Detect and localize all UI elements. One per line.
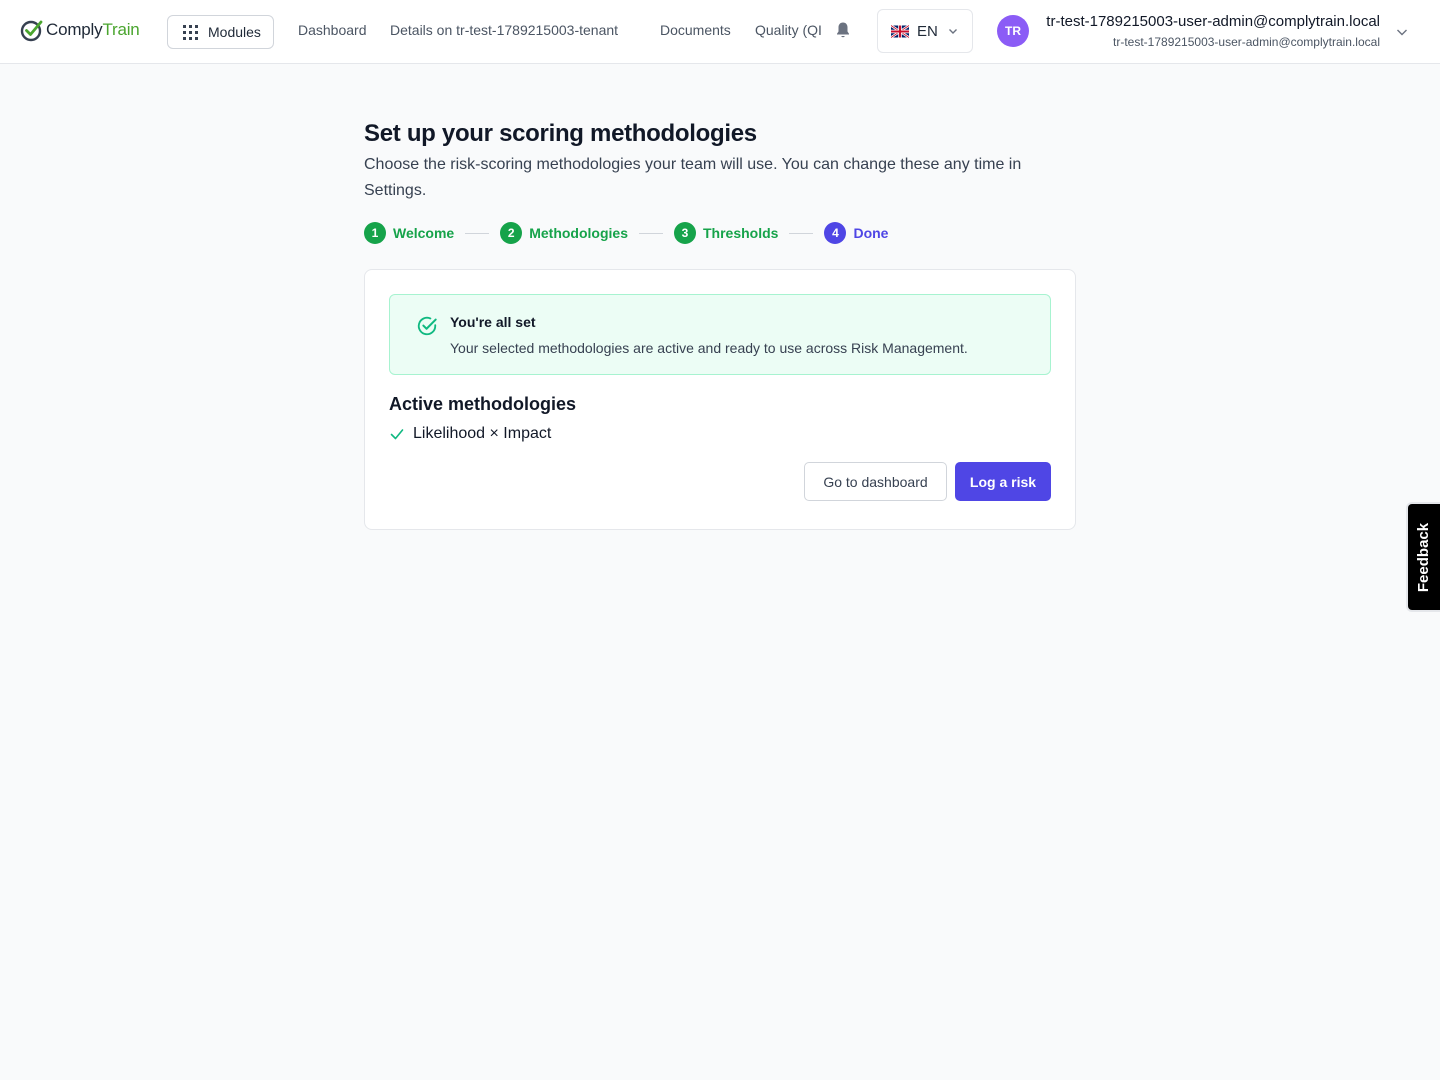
step-done[interactable]: 4 Done [824, 222, 888, 244]
top-navigation-bar: ComplyTrain Modules Dashboard Details on… [0, 0, 1440, 64]
success-alert: You're all set Your selected methodologi… [389, 294, 1051, 375]
onboarding-wizard: Set up your scoring methodologies Choose… [364, 120, 1076, 530]
step-thresholds[interactable]: 3 Thresholds [674, 222, 778, 244]
step-welcome[interactable]: 1 Welcome [364, 222, 454, 244]
complytrain-logo[interactable]: ComplyTrain [20, 18, 140, 42]
nav-quality[interactable]: Quality (QI [755, 22, 825, 38]
completion-card: You're all set Your selected methodologi… [364, 269, 1076, 530]
language-selector[interactable]: EN [877, 9, 973, 53]
go-to-dashboard-button[interactable]: Go to dashboard [804, 462, 947, 501]
nav-dashboard[interactable]: Dashboard [298, 22, 367, 38]
modules-label: Modules [208, 24, 261, 40]
check-circle-logo-icon [20, 20, 43, 42]
card-actions: Go to dashboard Log a risk [389, 462, 1051, 501]
uk-flag-icon [891, 24, 909, 38]
feedback-tab[interactable]: Feedback [1406, 502, 1440, 612]
user-name: tr-test-1789215003-user-admin@complytrai… [1046, 13, 1380, 30]
chevron-down-icon [948, 29, 957, 34]
step-connector [465, 232, 490, 234]
step-number: 3 [674, 222, 696, 244]
step-methodologies[interactable]: 2 Methodologies [500, 222, 628, 244]
step-connector [639, 232, 663, 234]
step-label: Thresholds [703, 225, 779, 241]
language-code: EN [917, 22, 938, 40]
active-methodologies-heading: Active methodologies [389, 394, 577, 414]
nav-documents[interactable]: Documents [660, 22, 731, 38]
check-icon [390, 429, 404, 440]
step-label: Methodologies [529, 225, 628, 241]
wizard-stepper: 1 Welcome 2 Methodologies 3 Thresholds 4… [364, 221, 1076, 245]
modules-button[interactable]: Modules [167, 15, 274, 49]
step-number: 4 [824, 222, 847, 244]
step-label: Welcome [393, 225, 455, 241]
methodology-item: Likelihood × Impact [389, 425, 1051, 443]
user-menu-chevron-icon[interactable] [1396, 26, 1408, 38]
brand-name: ComplyTrain [46, 20, 140, 39]
step-number: 1 [364, 222, 386, 244]
bell-icon[interactable] [835, 21, 851, 39]
log-a-risk-button[interactable]: Log a risk [955, 462, 1051, 501]
user-email: tr-test-1789215003-user-admin@complytrai… [1113, 35, 1380, 49]
check-circle-icon [417, 316, 437, 336]
success-message: Your selected methodologies are active a… [450, 340, 968, 356]
page-subtitle: Choose the risk-scoring methodologies yo… [364, 156, 1022, 199]
page-title: Set up your scoring methodologies [364, 120, 757, 147]
grid-icon [183, 24, 198, 40]
step-connector [789, 232, 814, 234]
user-avatar[interactable]: TR [997, 15, 1029, 47]
nav-tenant-details[interactable]: Details on tr-test-1789215003-tenant [390, 22, 618, 38]
methodology-label: Likelihood × Impact [413, 425, 552, 442]
feedback-label: Feedback [1415, 522, 1433, 592]
success-title: You're all set [450, 314, 536, 330]
step-label: Done [853, 225, 889, 241]
step-number: 2 [500, 222, 523, 244]
